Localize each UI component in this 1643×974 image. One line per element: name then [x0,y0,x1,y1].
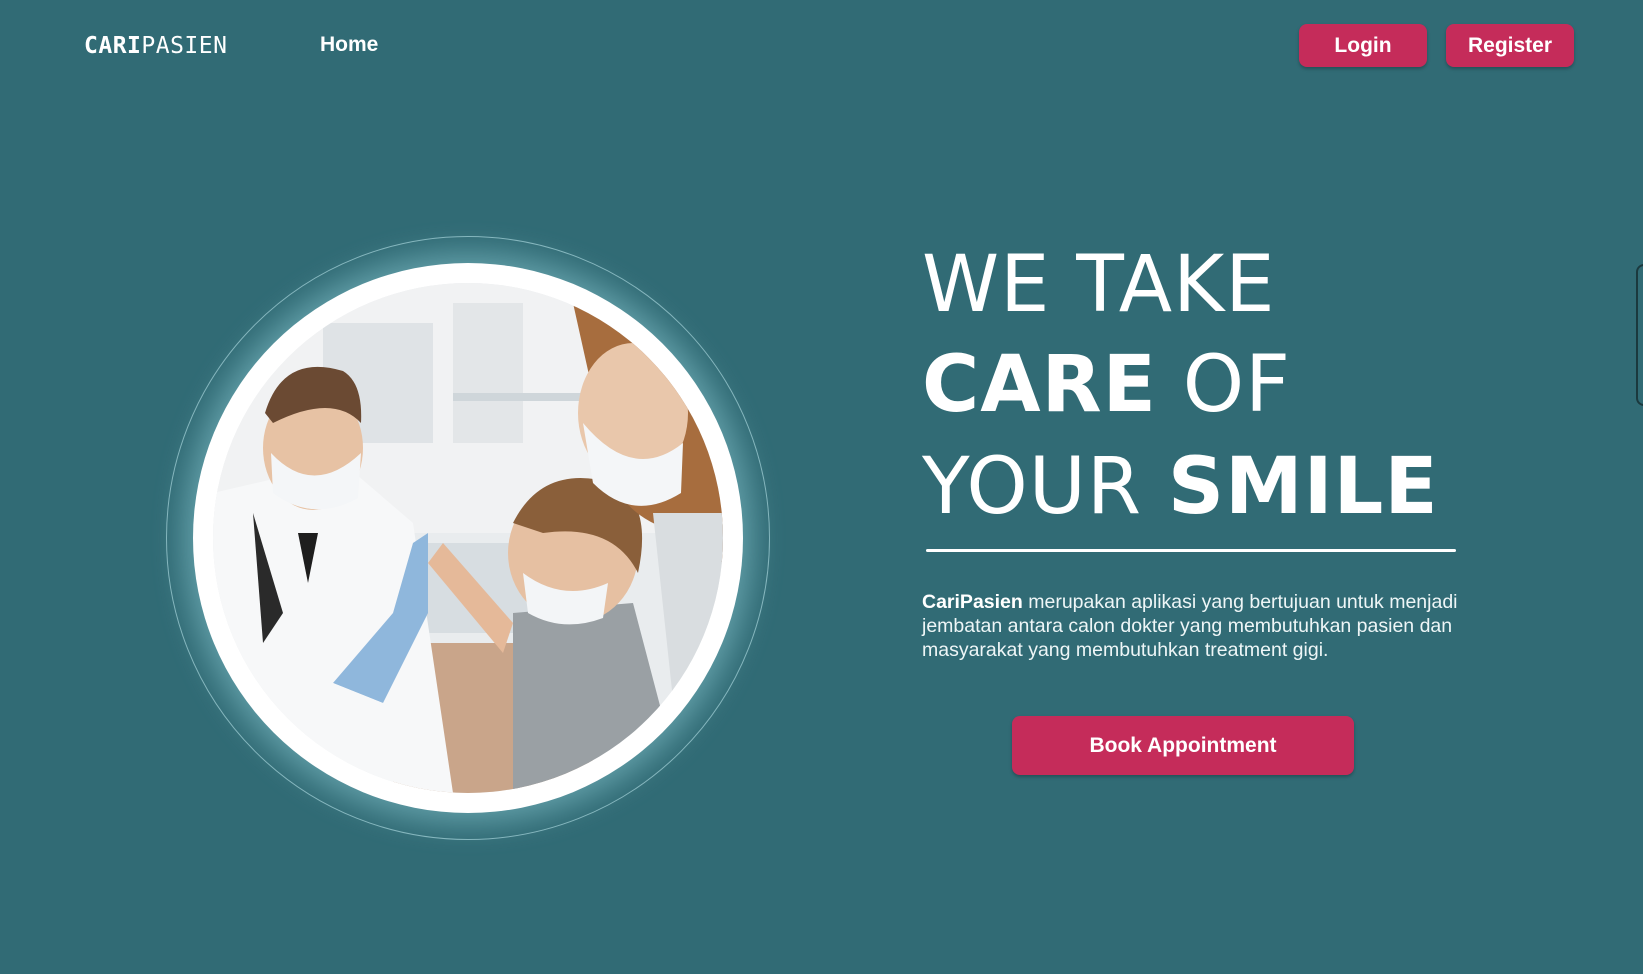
hero-photo-frame [193,263,743,813]
logo-bold-part: CARI [84,33,142,59]
register-button[interactable]: Register [1446,24,1574,67]
description-brand: CariPasien [922,591,1023,613]
headline-we-take: WE TAKE [922,240,1276,330]
login-button[interactable]: Login [1299,24,1427,67]
hero-description: CariPasien merupakan aplikasi yang bertu… [922,590,1482,662]
book-appointment-button[interactable]: Book Appointment [1012,716,1354,775]
headline-line-3: YOUR SMILE [922,448,1439,526]
nav-home-link[interactable]: Home [320,33,378,57]
headline-smile: SMILE [1167,442,1439,532]
hero-photo [213,283,723,793]
scrollbar-handle[interactable] [1636,264,1643,406]
logo-light-part: PASIEN [141,33,228,59]
headline-your: YOUR [922,442,1168,532]
headline-care: CARE [922,340,1157,430]
headline-of: OF [1156,340,1292,430]
doctor-child-photo-icon [213,283,723,793]
logo[interactable]: CARIPASIEN [84,33,227,59]
headline-divider [926,549,1456,552]
headline-line-2: CARE OF [922,346,1291,424]
headline-line-1: WE TAKE [922,246,1276,324]
